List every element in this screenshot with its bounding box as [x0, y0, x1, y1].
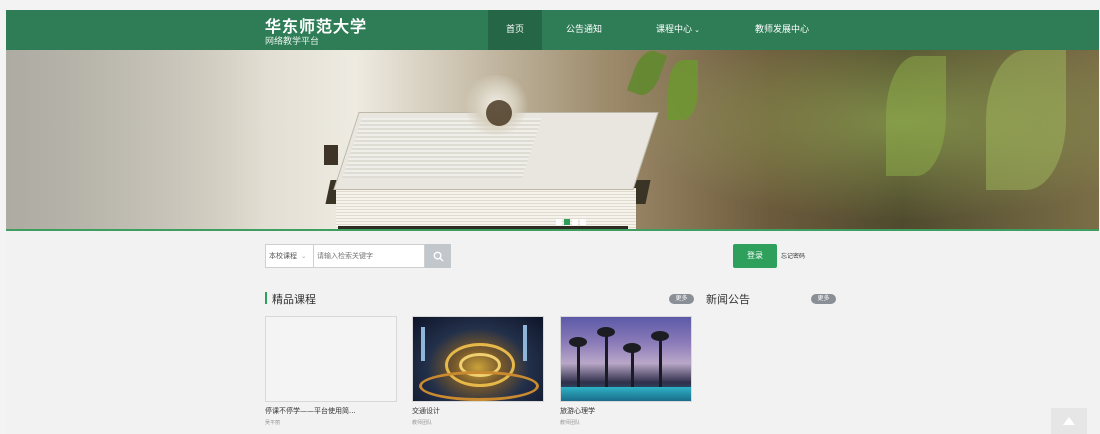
- nav-item-label: 公告通知: [565, 25, 602, 35]
- course-title[interactable]: 停课不停学——平台使用简...: [265, 406, 397, 416]
- banner-divider: [6, 229, 1099, 231]
- palm-trunk-image: [605, 331, 608, 387]
- search-input[interactable]: [313, 244, 425, 268]
- header: 华东师范大学 网络教学平台 首页 公告通知 课程中心 ⌄ 教师发展中心: [6, 10, 1099, 50]
- course-title[interactable]: 交通设计: [412, 406, 544, 416]
- courses-more-button[interactable]: 更多: [669, 294, 694, 304]
- hero-banner[interactable]: [6, 50, 1099, 230]
- site-subtitle: 网络教学平台: [265, 37, 320, 47]
- news-more-button[interactable]: 更多: [811, 294, 836, 304]
- leaf-image: [986, 50, 1066, 190]
- arrow-up-icon: [1063, 417, 1075, 425]
- forgot-password-link[interactable]: 忘记密码: [781, 251, 805, 260]
- palm-trunk-image: [631, 347, 634, 387]
- leaf-image: [668, 60, 698, 120]
- news-section-title: 新闻公告: [706, 293, 750, 306]
- course-card[interactable]: 停课不停学——平台使用简... 吴平丽: [265, 316, 397, 426]
- course-card[interactable]: 交通设计 教师团队: [412, 316, 544, 426]
- search-icon: [433, 251, 444, 262]
- nav-item-label: 教师发展中心: [754, 25, 809, 35]
- carousel-dot[interactable]: [572, 219, 578, 225]
- course-thumbnail-traffic: [412, 316, 544, 402]
- course-title[interactable]: 旅游心理学: [560, 406, 692, 416]
- page-frame: 华东师范大学 网络教学平台 首页 公告通知 课程中心 ⌄ 教师发展中心 本校课程…: [6, 10, 1099, 434]
- bridge-tower-image: [523, 325, 527, 361]
- nav-item-notice[interactable]: 公告通知: [554, 10, 614, 50]
- search-scope-label: 本校课程: [269, 252, 297, 260]
- section-accent-bar: [265, 292, 267, 304]
- page: 华东师范大学 网络教学平台 首页 公告通知 课程中心 ⌄ 教师发展中心 本校课程…: [0, 0, 1100, 434]
- login-button[interactable]: 登录: [733, 244, 777, 268]
- carousel-dot[interactable]: [580, 219, 586, 225]
- carousel-dot[interactable]: [556, 219, 562, 225]
- banner-shade: [6, 50, 266, 230]
- pool-image: [561, 387, 691, 401]
- book-pages-image: [336, 188, 636, 230]
- course-thumbnail-placeholder: [265, 316, 397, 402]
- nav-item-home[interactable]: 首页: [488, 10, 542, 50]
- palm-frond-image: [623, 343, 641, 353]
- road-ring-image: [419, 371, 539, 401]
- courses-section-title: 精品课程: [272, 293, 316, 306]
- flower-core-image: [486, 100, 512, 126]
- palm-frond-image: [651, 331, 669, 341]
- palm-frond-image: [597, 327, 615, 337]
- course-author: 吴平丽: [265, 420, 281, 426]
- scroll-to-top-button[interactable]: [1051, 408, 1087, 434]
- course-card[interactable]: 旅游心理学 教师团队: [560, 316, 692, 426]
- course-thumbnail-palm: [560, 316, 692, 402]
- leaf-image: [886, 56, 946, 176]
- nav-item-course-center[interactable]: 课程中心 ⌄: [638, 10, 718, 50]
- nav-item-label: 课程中心: [656, 25, 693, 35]
- palm-trunk-image: [577, 341, 580, 387]
- search-button[interactable]: [425, 244, 451, 268]
- carousel-indicators: [556, 219, 586, 225]
- search-bar: 本校课程 ⌄: [265, 244, 451, 268]
- chevron-down-icon: ⌄: [301, 253, 307, 260]
- pencil-image: [324, 145, 338, 165]
- nav-item-label: 首页: [505, 25, 524, 35]
- chevron-down-icon: ⌄: [694, 26, 700, 34]
- palm-frond-image: [569, 337, 587, 347]
- palm-trunk-image: [659, 335, 662, 387]
- course-author: 教师团队: [412, 420, 433, 426]
- nav-item-teacher-development[interactable]: 教师发展中心: [740, 10, 824, 50]
- search-scope-select[interactable]: 本校课程 ⌄: [265, 244, 313, 268]
- bridge-tower-image: [421, 327, 425, 361]
- course-author: 教师团队: [560, 420, 581, 426]
- carousel-dot-active[interactable]: [564, 219, 570, 225]
